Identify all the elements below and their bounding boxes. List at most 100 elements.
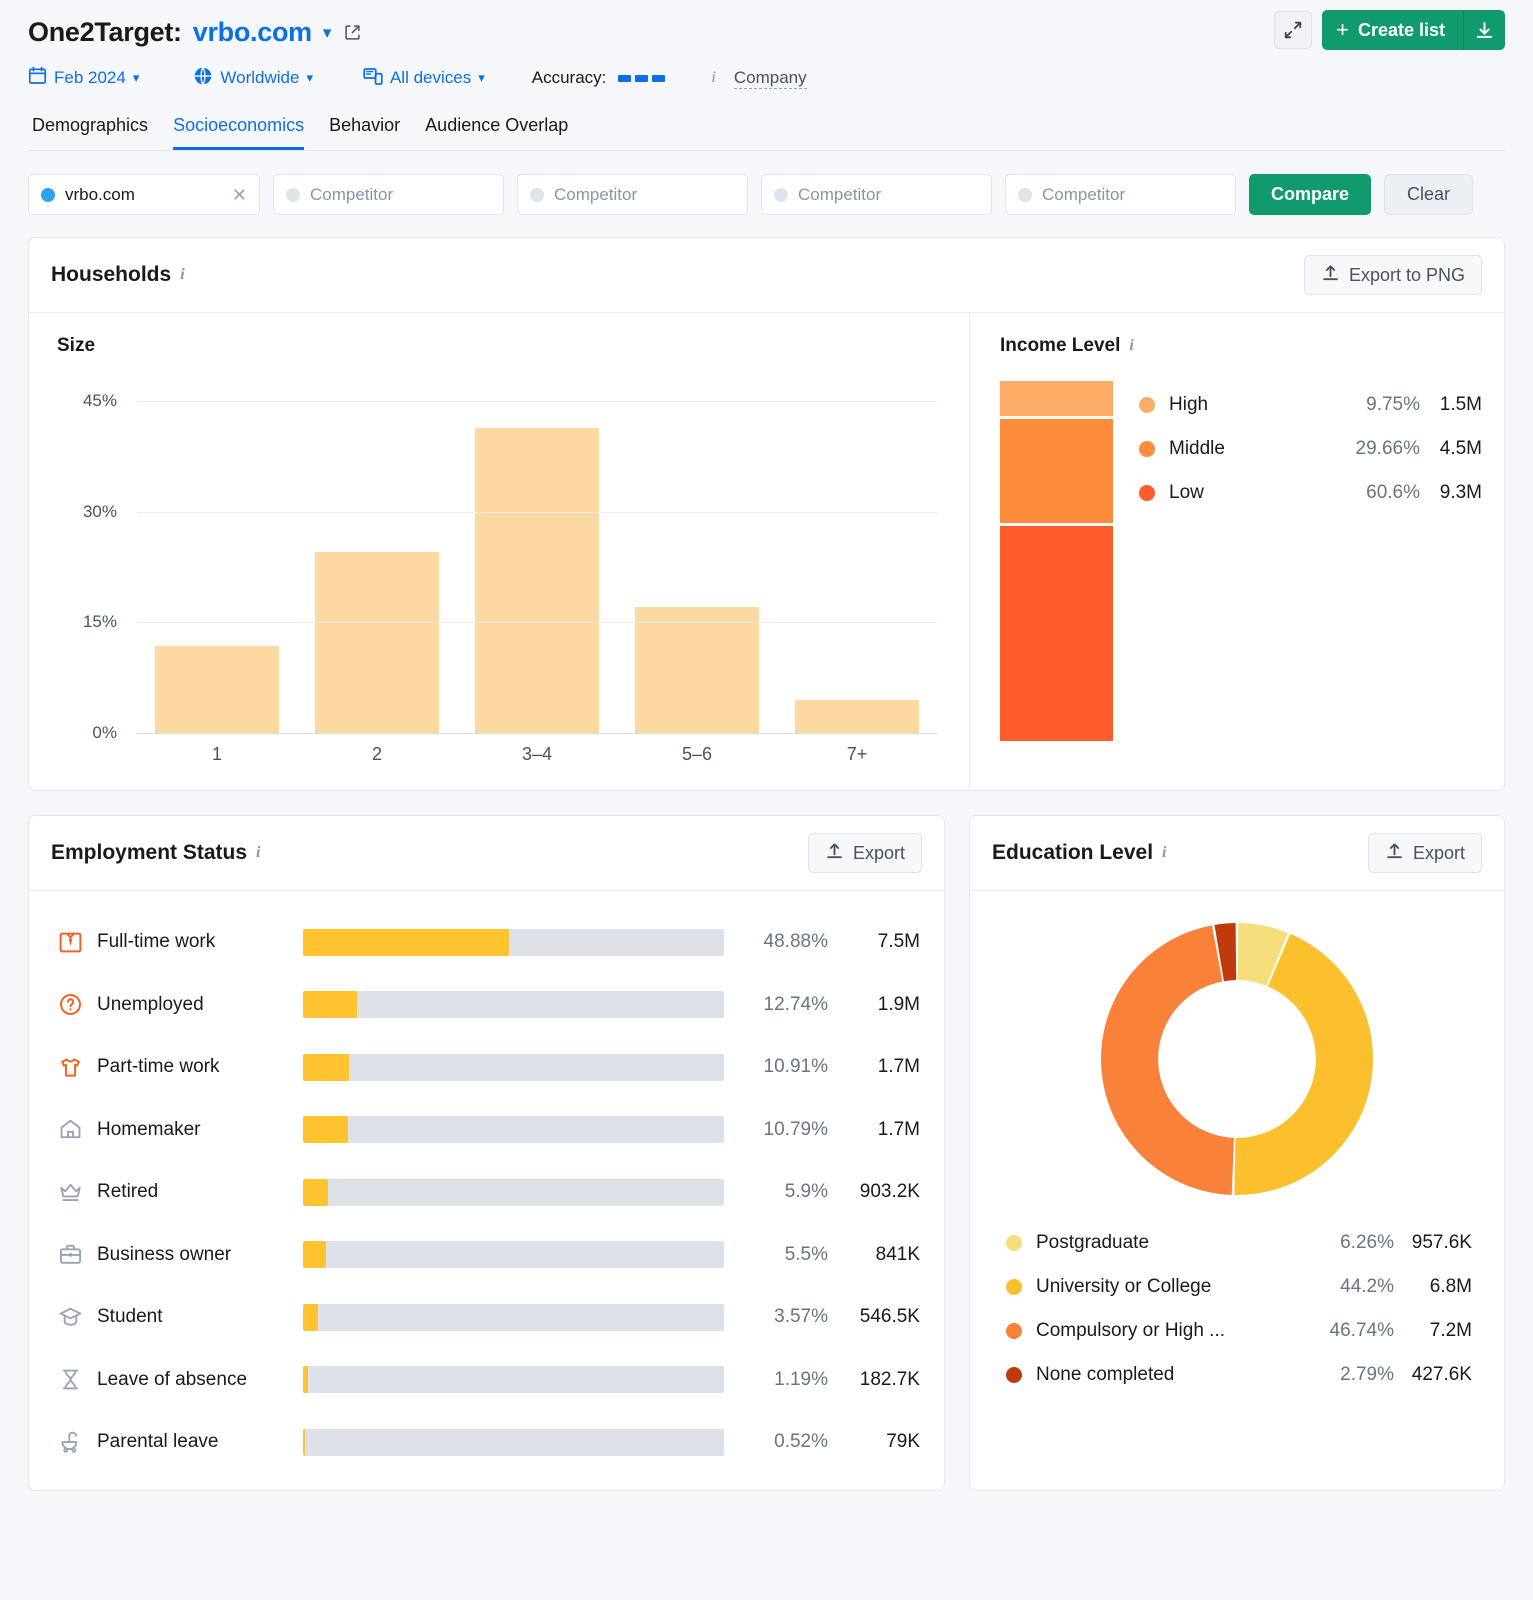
income-segment[interactable] bbox=[1000, 418, 1113, 524]
employment-label: Unemployed bbox=[97, 993, 204, 1015]
income-segment[interactable] bbox=[1000, 381, 1113, 416]
bar-column[interactable] bbox=[457, 379, 617, 733]
info-icon[interactable]: i bbox=[1162, 844, 1166, 862]
bar[interactable] bbox=[795, 699, 919, 733]
gridline bbox=[137, 401, 937, 403]
income-legend: High 9.75% 1.5M Middle 29.66% 4.5M Low 60.6% 9.3… bbox=[1113, 381, 1482, 741]
bar-column[interactable] bbox=[297, 379, 457, 733]
education-legend-item[interactable]: Postgraduate 6.26% 957.6K bbox=[1006, 1221, 1472, 1265]
donut-svg bbox=[1101, 923, 1373, 1195]
page-title-prefix: One2Target: bbox=[28, 16, 182, 47]
bar-column[interactable] bbox=[777, 379, 937, 733]
bar[interactable] bbox=[635, 606, 759, 733]
info-icon[interactable]: i bbox=[711, 69, 715, 87]
bar[interactable] bbox=[155, 645, 279, 733]
employment-percent: 0.52% bbox=[774, 1431, 828, 1453]
income-legend-label: Middle bbox=[1169, 438, 1225, 459]
location-filter[interactable]: Worldwide ▾ bbox=[193, 66, 313, 91]
employment-absolute: 7.5M bbox=[877, 931, 920, 953]
info-icon[interactable]: i bbox=[180, 266, 184, 284]
employment-export-button[interactable]: Export bbox=[807, 833, 922, 873]
employment-row[interactable]: Parental leave 0.52% 79K bbox=[57, 1411, 920, 1474]
bar-column[interactable] bbox=[617, 379, 777, 733]
header-actions: + Create list bbox=[1274, 10, 1505, 50]
competitor-placeholder: Competitor bbox=[554, 184, 638, 204]
competitor-placeholder: Competitor bbox=[798, 184, 882, 204]
y-axis-tick-label: 15% bbox=[82, 612, 117, 632]
education-legend-item[interactable]: Compulsory or High ... 46.74% 7.2M bbox=[1006, 1309, 1472, 1353]
competitor-color-dot bbox=[530, 187, 544, 202]
income-legend-absolute: 4.5M bbox=[1439, 438, 1482, 459]
employment-row[interactable]: Retired 5.9% 903.2K bbox=[57, 1161, 920, 1224]
close-icon[interactable]: ✕ bbox=[232, 186, 247, 204]
employment-row[interactable]: Part-time work 10.91% 1.7M bbox=[57, 1036, 920, 1099]
legend-color-dot bbox=[1006, 1323, 1022, 1339]
education-legend-absolute: 427.6K bbox=[1411, 1364, 1472, 1385]
education-legend-item[interactable]: University or College 44.2% 6.8M bbox=[1006, 1265, 1472, 1309]
chevron-down-icon: ▾ bbox=[478, 70, 485, 85]
x-axis-tick-label: 2 bbox=[371, 744, 382, 764]
date-filter[interactable]: Feb 2024 ▾ bbox=[28, 66, 139, 90]
device-filter[interactable]: All devices ▾ bbox=[363, 66, 485, 91]
employment-row[interactable]: Student 3.57% 546.5K bbox=[57, 1286, 920, 1349]
income-legend-percent: 9.75% bbox=[1366, 394, 1420, 415]
bar[interactable] bbox=[315, 551, 439, 733]
competitor-input-4[interactable]: Competitor bbox=[1005, 174, 1236, 215]
upload-icon bbox=[825, 841, 844, 865]
bar-column[interactable] bbox=[137, 379, 297, 733]
tab-audience-overlap[interactable]: Audience Overlap bbox=[425, 115, 568, 150]
employment-row[interactable]: Business owner 5.5% 841K bbox=[57, 1224, 920, 1287]
tab-socioeconomics[interactable]: Socioeconomics bbox=[173, 115, 305, 150]
competitor-input-2[interactable]: Competitor bbox=[517, 174, 748, 215]
education-legend-label: None completed bbox=[1036, 1364, 1175, 1385]
x-axis: 1 2 3–4 5–6 7+ bbox=[137, 744, 937, 765]
hourglass-icon bbox=[57, 1367, 83, 1393]
export-to-png-button[interactable]: Export to PNG bbox=[1303, 255, 1482, 295]
upload-icon bbox=[1385, 841, 1404, 865]
accuracy-indicator: Accuracy: i Company bbox=[532, 68, 807, 89]
employment-title-wrap: Employment Status i bbox=[51, 841, 261, 865]
bar[interactable] bbox=[475, 427, 599, 733]
external-link-icon[interactable] bbox=[342, 22, 362, 42]
employment-row[interactable]: Full-time work 48.88% 7.5M bbox=[57, 911, 920, 974]
competitor-input-1[interactable]: Competitor bbox=[273, 174, 504, 215]
tab-behavior[interactable]: Behavior bbox=[329, 115, 400, 150]
info-icon[interactable]: i bbox=[1129, 337, 1133, 355]
devices-icon bbox=[363, 66, 383, 91]
employment-row[interactable]: Leave of absence 1.19% 182.7K bbox=[57, 1349, 920, 1412]
households-body: Size 0% 15% 30% 45% 1 2 3–4 5–6 7+ Income Level… bbox=[29, 313, 1504, 790]
employment-status-title: Employment Status bbox=[51, 841, 248, 864]
chevron-down-icon[interactable]: ▾ bbox=[323, 24, 332, 41]
create-list-button[interactable]: + Create list bbox=[1322, 10, 1463, 50]
y-axis-tick-label: 45% bbox=[82, 391, 117, 411]
competitor-placeholder: Competitor bbox=[1042, 184, 1126, 204]
income-legend-item[interactable]: High 9.75% 1.5M bbox=[1139, 383, 1482, 427]
donut-slice[interactable] bbox=[1101, 925, 1234, 1195]
clear-button[interactable]: Clear bbox=[1384, 174, 1474, 215]
households-title: Households bbox=[51, 263, 172, 286]
income-legend-item[interactable]: Middle 29.66% 4.5M bbox=[1139, 427, 1482, 471]
expand-icon[interactable] bbox=[1274, 11, 1313, 49]
tab-demographics[interactable]: Demographics bbox=[32, 115, 148, 150]
employment-row[interactable]: Homemaker 10.79% 1.7M bbox=[57, 1099, 920, 1162]
income-legend-item[interactable]: Low 60.6% 9.3M bbox=[1139, 471, 1482, 515]
education-donut-chart bbox=[1095, 917, 1379, 1201]
info-icon[interactable]: i bbox=[256, 844, 260, 862]
employment-row[interactable]: Unemployed 12.74% 1.9M bbox=[57, 974, 920, 1037]
competitor-input-3[interactable]: Competitor bbox=[761, 174, 992, 215]
income-legend-absolute: 1.5M bbox=[1439, 394, 1482, 415]
education-export-button[interactable]: Export bbox=[1367, 833, 1482, 873]
households-title-wrap: Households i bbox=[51, 263, 185, 287]
employment-rows: Full-time work 48.88% 7.5M Unemployed 12.74%… bbox=[29, 891, 944, 1490]
employment-label: Student bbox=[97, 1306, 163, 1328]
compare-button[interactable]: Compare bbox=[1249, 174, 1372, 215]
page-header: One2Target: vrbo.com ▾ Feb 2024 ▾ Worldw… bbox=[28, 0, 1505, 99]
employment-progress-track bbox=[303, 928, 724, 956]
education-legend-item[interactable]: None completed 2.79% 427.6K bbox=[1006, 1353, 1472, 1397]
domain-input-selected[interactable]: vrbo.com ✕ bbox=[28, 174, 260, 215]
company-link[interactable]: Company bbox=[733, 68, 807, 89]
plot-area bbox=[137, 379, 937, 734]
tshirt-icon bbox=[57, 1054, 83, 1080]
download-icon[interactable] bbox=[1463, 10, 1505, 50]
income-segment[interactable] bbox=[1000, 526, 1113, 741]
